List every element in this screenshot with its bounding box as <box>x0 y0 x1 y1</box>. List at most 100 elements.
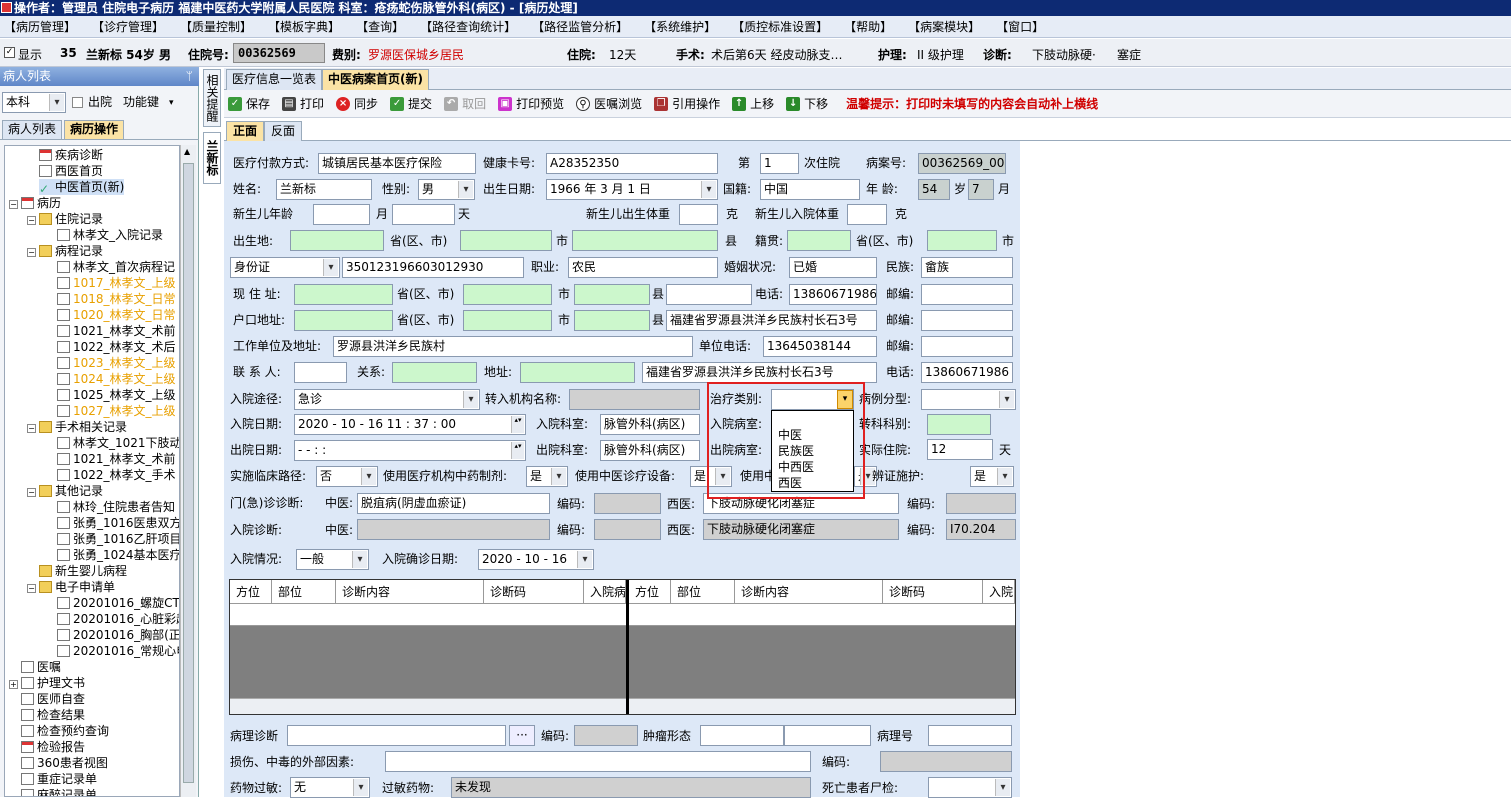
payment-field[interactable]: 城镇居民基本医疗保险 <box>318 153 476 174</box>
birthplace-county-field[interactable] <box>572 230 718 251</box>
age-month-field[interactable]: 7 <box>968 179 994 200</box>
tab-related-reminder[interactable]: 相关提醒 <box>203 69 221 127</box>
birthplace-city-field[interactable] <box>460 230 552 251</box>
confirm-date-picker[interactable]: 2020 - 10 - 16 <box>478 549 594 570</box>
tree-item[interactable]: 麻醉记录单 <box>21 787 97 796</box>
menu-item-11[interactable]: 【窗口】 <box>988 18 1052 35</box>
dropdown-option-western[interactable]: 西医 <box>772 475 853 491</box>
chevron-down-icon[interactable]: ▾ <box>169 93 174 113</box>
admit-wm-field[interactable]: 下肢动脉硬化闭塞症 <box>703 519 899 540</box>
function-key-menu[interactable]: 功能键 <box>123 92 159 112</box>
tree-item[interactable]: 林孝文_入院记录 <box>57 227 163 243</box>
tree-item[interactable]: − 病历 <box>9 195 61 211</box>
menu-item-3[interactable]: 【模板字典】 <box>260 18 348 35</box>
hukou-zip-field[interactable] <box>921 310 1013 331</box>
quote-button[interactable]: ❐ 引用操作 <box>654 95 720 112</box>
tree-item[interactable]: 医师自查 <box>21 691 85 707</box>
nationality-field[interactable]: 中国 <box>760 179 860 200</box>
pathology-code[interactable] <box>574 725 638 746</box>
tree-item[interactable]: 1020_林孝文_日常 <box>57 307 176 323</box>
collapse-icon[interactable]: − <box>27 488 36 497</box>
col-content[interactable]: 诊断内容 <box>336 580 484 603</box>
tree-item[interactable]: 检查预约查询 <box>21 723 109 739</box>
move-up-button[interactable]: ↑ 上移 <box>732 95 774 112</box>
tab-medical-overview[interactable]: 医疗信息一览表 <box>226 69 323 90</box>
tree-item[interactable]: 20201016_螺旋CT血 <box>57 595 179 611</box>
infant-age-month-field[interactable] <box>313 204 370 225</box>
allergy-drug-field[interactable]: 未发现 <box>451 777 811 798</box>
ethnic-field[interactable]: 畲族 <box>921 257 1013 278</box>
col-content-2[interactable]: 诊断内容 <box>735 580 883 603</box>
tree-item[interactable]: − 手术相关记录 <box>27 419 127 435</box>
tree-item[interactable]: 林孝文_首次病程记 <box>57 259 175 275</box>
dropdown-option-integrated[interactable]: 中西医 <box>772 459 853 475</box>
admit-wm-code[interactable]: I70.204 <box>946 519 1016 540</box>
injury-code[interactable] <box>880 751 1012 772</box>
hukou-province-field[interactable] <box>294 310 393 331</box>
scroll-up-icon[interactable]: ▲ <box>184 147 190 156</box>
expand-icon[interactable]: + <box>9 680 18 689</box>
print-button[interactable]: ▤ 打印 <box>282 95 324 112</box>
dropdown-option-ethnic[interactable]: 民族医 <box>772 443 853 459</box>
submit-button[interactable]: ✓ 提交 <box>390 95 432 112</box>
tree-item[interactable]: 20201016_常规心电 <box>57 643 179 659</box>
sex-select[interactable]: 男 <box>418 179 475 200</box>
case-type-select[interactable] <box>921 389 1016 410</box>
tree-item[interactable]: − 其他记录 <box>27 483 103 499</box>
actual-stay-field[interactable]: 12 <box>927 439 993 460</box>
col-site-2[interactable]: 部位 <box>671 580 735 603</box>
work-field[interactable]: 罗源县洪洋乡民族村 <box>333 336 693 357</box>
dept-select[interactable]: 本科 <box>2 92 66 113</box>
admit-date-picker[interactable]: 2020 - 10 - 16 11 : 37 : 00 <box>294 414 526 435</box>
infant-admit-weight-field[interactable] <box>847 204 887 225</box>
menu-item-5[interactable]: 【路径查询统计】 <box>412 18 524 35</box>
relation-field[interactable] <box>392 362 477 383</box>
menu-item-2[interactable]: 【质量控制】 <box>172 18 260 35</box>
transfer-dept-field[interactable] <box>927 414 991 435</box>
save-button[interactable]: ✓ 保存 <box>228 95 270 112</box>
admit-condition-select[interactable]: 一般 <box>296 549 369 570</box>
tree-item[interactable]: 20201016_胸部(正 <box>57 627 179 643</box>
address-city-field[interactable] <box>463 284 552 305</box>
discharge-dept-field[interactable]: 脉管外科(病区) <box>600 440 700 461</box>
outpatient-tcm-field[interactable]: 脱疽病(阴虚血瘀证) <box>357 493 550 514</box>
tree-item[interactable]: 检验报告 <box>21 739 85 755</box>
tab-patient-name[interactable]: 兰新标 <box>203 132 221 184</box>
tree-item[interactable]: 1023_林孝文_上级 <box>57 355 176 371</box>
tree-item[interactable]: 张勇_1024基本医疗 <box>57 547 179 563</box>
orders-browse-button[interactable]: ⚲ 医嘱浏览 <box>576 95 642 112</box>
occupation-field[interactable]: 农民 <box>568 257 718 278</box>
pathology-field[interactable] <box>287 725 506 746</box>
tree-item[interactable]: − 电子申请单 <box>27 579 115 595</box>
hukou-county-field[interactable] <box>574 310 650 331</box>
menu-item-8[interactable]: 【质控标准设置】 <box>724 18 836 35</box>
admit-dept-field[interactable]: 脉管外科(病区) <box>600 414 700 435</box>
collapse-icon[interactable]: − <box>27 424 36 433</box>
admit-tcm-field[interactable] <box>357 519 550 540</box>
dropdown-option-blank[interactable] <box>772 411 853 427</box>
menu-item-10[interactable]: 【病案模块】 <box>900 18 988 35</box>
tree-item[interactable]: 张勇_1016乙肝项目 <box>57 531 179 547</box>
tree-item[interactable]: 1021_林孝文_术前 <box>57 323 176 339</box>
tab-tcm-frontpage[interactable]: 中医病案首页(新) <box>322 69 429 90</box>
tree-item[interactable]: 疾病诊断 <box>39 147 103 163</box>
tree-item[interactable]: ✓ 中医首页(新) <box>39 179 125 196</box>
hukou-detail-field[interactable]: 福建省罗源县洪洋乡民族村长石3号 <box>666 310 877 331</box>
col-site[interactable]: 部位 <box>272 580 336 603</box>
move-down-button[interactable]: ↓ 下移 <box>786 95 828 112</box>
menu-item-1[interactable]: 【诊疗管理】 <box>84 18 172 35</box>
dropdown-open-button[interactable]: ▾ <box>837 390 853 409</box>
native-city-field[interactable] <box>927 230 997 251</box>
col-admit-2[interactable]: 入院 <box>983 580 1015 603</box>
grid-left-row[interactable] <box>230 604 626 626</box>
tree-item[interactable]: 检查结果 <box>21 707 85 723</box>
tree-item[interactable]: 医嘱 <box>21 659 61 675</box>
admit-tcm-code[interactable] <box>594 519 661 540</box>
col-code[interactable]: 诊断码 <box>484 580 584 603</box>
birth-date-picker[interactable]: 1966 年 3 月 1 日 <box>546 179 718 200</box>
contact-address-region[interactable] <box>520 362 635 383</box>
retract-button[interactable]: ↶ 取回 <box>444 95 486 112</box>
scrollbar-thumb[interactable] <box>183 163 194 783</box>
discharged-checkbox[interactable] <box>72 97 83 108</box>
collapse-icon[interactable]: − <box>27 216 36 225</box>
